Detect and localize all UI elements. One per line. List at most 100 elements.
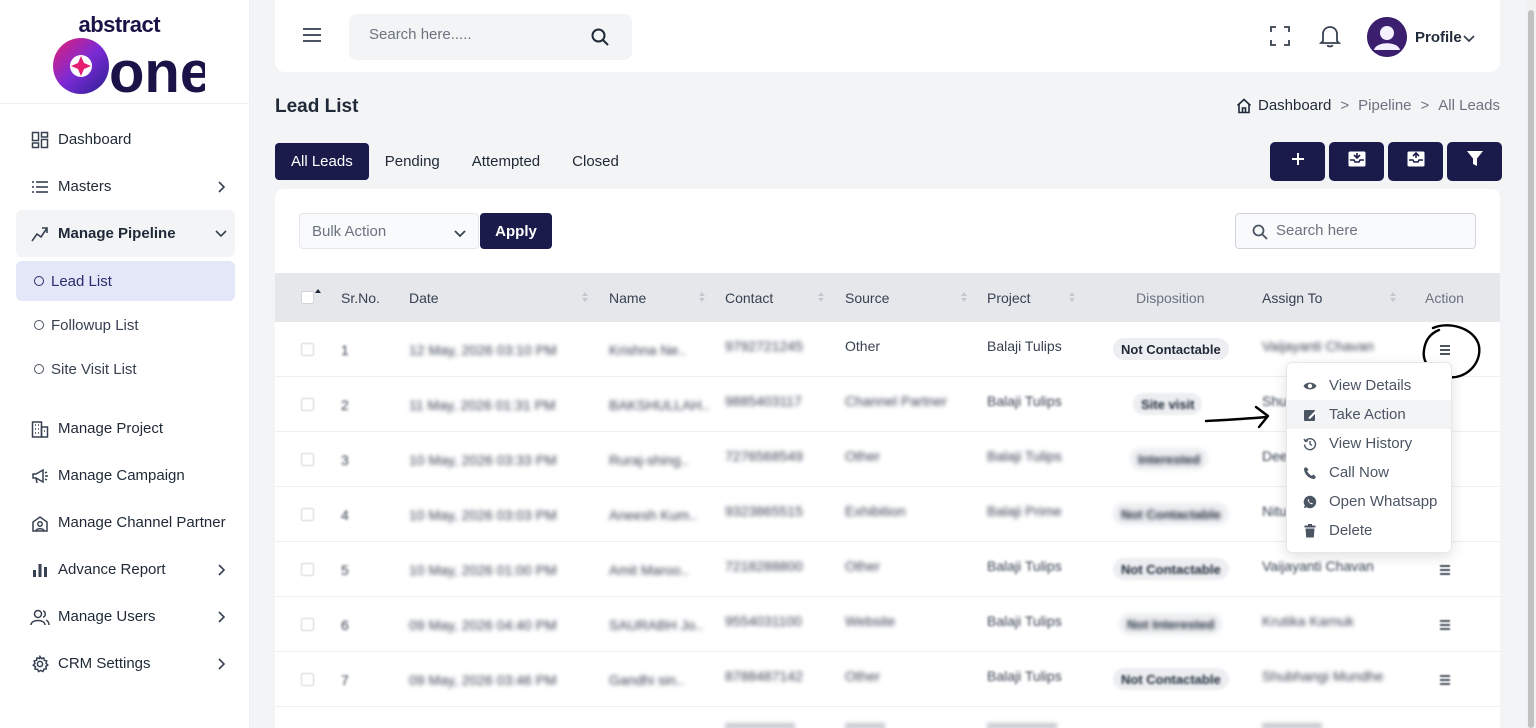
- sidebar-subitem-site-visit-list[interactable]: Site Visit List: [16, 349, 235, 389]
- sidebar-subitem-lead-list[interactable]: Lead List: [16, 261, 235, 301]
- sort-icon[interactable]: [1068, 290, 1076, 304]
- menu-item-call-now[interactable]: Call Now: [1287, 458, 1451, 487]
- sidebar-item-masters[interactable]: Masters: [16, 163, 235, 210]
- sort-icon[interactable]: [581, 290, 589, 304]
- menu-icon[interactable]: [1438, 563, 1452, 577]
- sidebar-item-crm-settings[interactable]: CRM Settings: [16, 640, 235, 687]
- sidebar-item-manage-project[interactable]: Manage Project: [16, 405, 235, 452]
- page-scrollbar[interactable]: [1526, 0, 1536, 728]
- breadcrumb-pipeline[interactable]: Pipeline: [1358, 97, 1411, 114]
- cell-name[interactable]: Gandhi sin..: [609, 672, 684, 688]
- col-source[interactable]: Source: [845, 273, 889, 322]
- fullscreen-icon[interactable]: [1270, 26, 1290, 46]
- sidebar: abstract one Dashboard Masters Manage Pi…: [0, 0, 250, 728]
- megaphone-icon: [30, 466, 50, 486]
- breadcrumb-dashboard[interactable]: Dashboard: [1258, 97, 1331, 114]
- tab-closed[interactable]: Closed: [556, 143, 635, 180]
- sidebar-item-label: Manage Users: [58, 608, 156, 625]
- menu-icon[interactable]: [1438, 343, 1452, 357]
- row-checkbox[interactable]: [301, 673, 314, 686]
- cell-sr-no: 6: [341, 617, 349, 633]
- row-checkbox[interactable]: [301, 508, 314, 521]
- sort-icon[interactable]: [1389, 290, 1397, 304]
- bulk-action-select[interactable]: Bulk Action: [299, 213, 479, 249]
- col-date[interactable]: Date: [409, 273, 439, 322]
- cell-contact: 7218288800: [725, 558, 803, 574]
- sidebar-item-advance-report[interactable]: Advance Report: [16, 546, 235, 593]
- sort-icon[interactable]: [817, 290, 825, 304]
- sidebar-item-manage-pipeline[interactable]: Manage Pipeline: [16, 210, 235, 257]
- menu-icon[interactable]: [1438, 618, 1452, 632]
- sort-icon[interactable]: [960, 290, 968, 304]
- sidebar-item-dashboard[interactable]: Dashboard: [16, 116, 235, 163]
- menu-item-delete[interactable]: Delete: [1287, 516, 1451, 545]
- global-search-input[interactable]: [369, 26, 589, 43]
- hamburger-menu-icon[interactable]: [301, 26, 323, 44]
- bell-icon[interactable]: [1318, 24, 1342, 48]
- add-lead-button[interactable]: [1270, 142, 1325, 181]
- chevron-down-icon[interactable]: [1463, 31, 1475, 43]
- circle-icon: [34, 320, 44, 330]
- cell-name[interactable]: BAKSHULLAH..: [609, 397, 709, 413]
- profile-label[interactable]: Profile: [1415, 29, 1462, 46]
- search-icon[interactable]: [590, 27, 610, 47]
- sidebar-item-manage-channel-partner[interactable]: Manage Channel Partner: [16, 499, 235, 546]
- whatsapp-icon: [1303, 495, 1317, 509]
- sidebar-subitem-followup-list[interactable]: Followup List: [16, 305, 235, 345]
- export-icon: [1407, 151, 1425, 172]
- col-assign-to[interactable]: Assign To: [1262, 273, 1322, 322]
- cell-sr-no: 4: [341, 507, 349, 523]
- export-button[interactable]: [1388, 142, 1443, 181]
- cell-name[interactable]: Amit Maroo..: [609, 562, 688, 578]
- avatar[interactable]: [1367, 17, 1407, 57]
- chevron-right-icon: [215, 180, 227, 193]
- tab-attempted[interactable]: Attempted: [456, 143, 556, 180]
- sidebar-item-manage-users[interactable]: Manage Users: [16, 593, 235, 640]
- cell-assign-to: Krutika Karnuk: [1262, 613, 1354, 629]
- search-icon: [1252, 224, 1268, 240]
- table-search-input[interactable]: [1276, 222, 1466, 239]
- menu-item-take-action[interactable]: Take Action: [1287, 400, 1451, 429]
- tab-pending[interactable]: Pending: [369, 143, 456, 180]
- menu-item-view-details[interactable]: View Details: [1287, 371, 1451, 400]
- cell-project: Balaji Tulips: [987, 558, 1062, 574]
- cell-name[interactable]: SAURABH Jo..: [609, 617, 703, 633]
- menu-item-open-whatsapp[interactable]: Open Whatsapp: [1287, 487, 1451, 516]
- import-button[interactable]: [1329, 142, 1384, 181]
- col-sr-no[interactable]: Sr.No.: [341, 273, 380, 322]
- bar-chart-icon: [30, 560, 50, 580]
- menu-icon[interactable]: [1438, 673, 1452, 687]
- select-all-checkbox[interactable]: [301, 273, 314, 322]
- sort-icon[interactable]: [314, 287, 322, 301]
- row-checkbox[interactable]: [301, 343, 314, 356]
- tab-all-leads[interactable]: All Leads: [275, 143, 369, 180]
- home-icon[interactable]: [1236, 97, 1252, 114]
- row-checkbox[interactable]: [301, 398, 314, 411]
- sidebar-item-manage-campaign[interactable]: Manage Campaign: [16, 452, 235, 499]
- scrollbar-thumb[interactable]: [1528, 10, 1534, 728]
- dashboard-icon: [30, 130, 50, 150]
- col-project[interactable]: Project: [987, 273, 1031, 322]
- cell-name[interactable]: Krishna Ne..: [609, 342, 686, 358]
- col-contact[interactable]: Contact: [725, 273, 773, 322]
- users-icon: [30, 607, 50, 627]
- cell-assign-to: Vaijayanti Chavan: [1262, 558, 1374, 574]
- menu-item-view-history[interactable]: View History: [1287, 429, 1451, 458]
- logo[interactable]: abstract one: [0, 0, 249, 104]
- import-icon: [1348, 151, 1366, 172]
- logo-mark: one: [52, 37, 205, 96]
- col-disposition: Disposition: [1136, 289, 1205, 306]
- cell-sr-no: 7: [341, 672, 349, 688]
- cell-name[interactable]: Aneesh Kum..: [609, 507, 697, 523]
- cell-source: Channel Partner: [845, 393, 947, 409]
- apply-button[interactable]: Apply: [480, 213, 552, 249]
- col-name[interactable]: Name: [609, 273, 646, 322]
- cell-name[interactable]: Ruraj-shing..: [609, 452, 688, 468]
- row-checkbox[interactable]: [301, 563, 314, 576]
- status-badge: Not Interested: [1119, 613, 1223, 635]
- sort-icon[interactable]: [698, 290, 706, 304]
- filter-button[interactable]: [1447, 142, 1502, 181]
- breadcrumb-separator: >: [1340, 97, 1350, 114]
- row-checkbox[interactable]: [301, 453, 314, 466]
- row-checkbox[interactable]: [301, 618, 314, 631]
